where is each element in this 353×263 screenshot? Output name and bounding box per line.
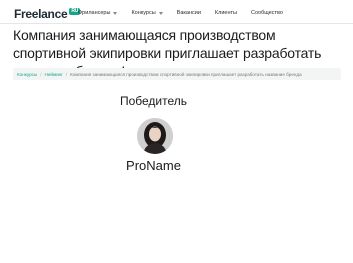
nav-item-freelancers[interactable]: Фрилансеры xyxy=(78,10,118,16)
nav-item-contests[interactable]: Конкурсы xyxy=(131,10,163,16)
breadcrumb-separator: / xyxy=(40,71,42,77)
nav-item-community[interactable]: Сообщество xyxy=(251,10,283,16)
breadcrumb: Конкурсы / Нейминг / Компания занимающая… xyxy=(13,68,341,80)
winner-name[interactable]: ProName xyxy=(0,158,307,173)
nav-item-label: Конкурсы xyxy=(131,10,156,16)
winner-heading: Победитель xyxy=(119,94,188,108)
chevron-down-icon xyxy=(113,11,118,15)
chevron-down-icon xyxy=(158,11,163,15)
user-photo-icon xyxy=(137,118,173,154)
breadcrumb-item-contests[interactable]: Конкурсы xyxy=(17,72,37,77)
breadcrumb-separator: / xyxy=(65,71,68,77)
avatar[interactable] xyxy=(137,118,173,154)
nav-item-jobs[interactable]: Вакансии xyxy=(177,10,201,16)
nav-item-label: Клиенты xyxy=(214,10,237,16)
nav-item-label: Фрилансеры xyxy=(78,10,111,16)
main-nav: Фрилансеры Конкурсы Вакансии Клиенты Соо… xyxy=(78,10,283,16)
nav-item-label: Вакансии xyxy=(176,10,201,16)
top-bar: Freelance RU Фрилансеры Конкурсы Ваканси… xyxy=(0,0,353,24)
breadcrumb-item-naming[interactable]: Нейминг xyxy=(45,72,63,77)
breadcrumb-current: Компания занимающаяся производством спор… xyxy=(70,71,302,77)
nav-item-label: Сообщество xyxy=(250,10,283,16)
nav-item-clients[interactable]: Клиенты xyxy=(215,10,237,16)
logo[interactable]: Freelance RU xyxy=(14,7,80,21)
logo-text: Freelance xyxy=(14,7,68,21)
